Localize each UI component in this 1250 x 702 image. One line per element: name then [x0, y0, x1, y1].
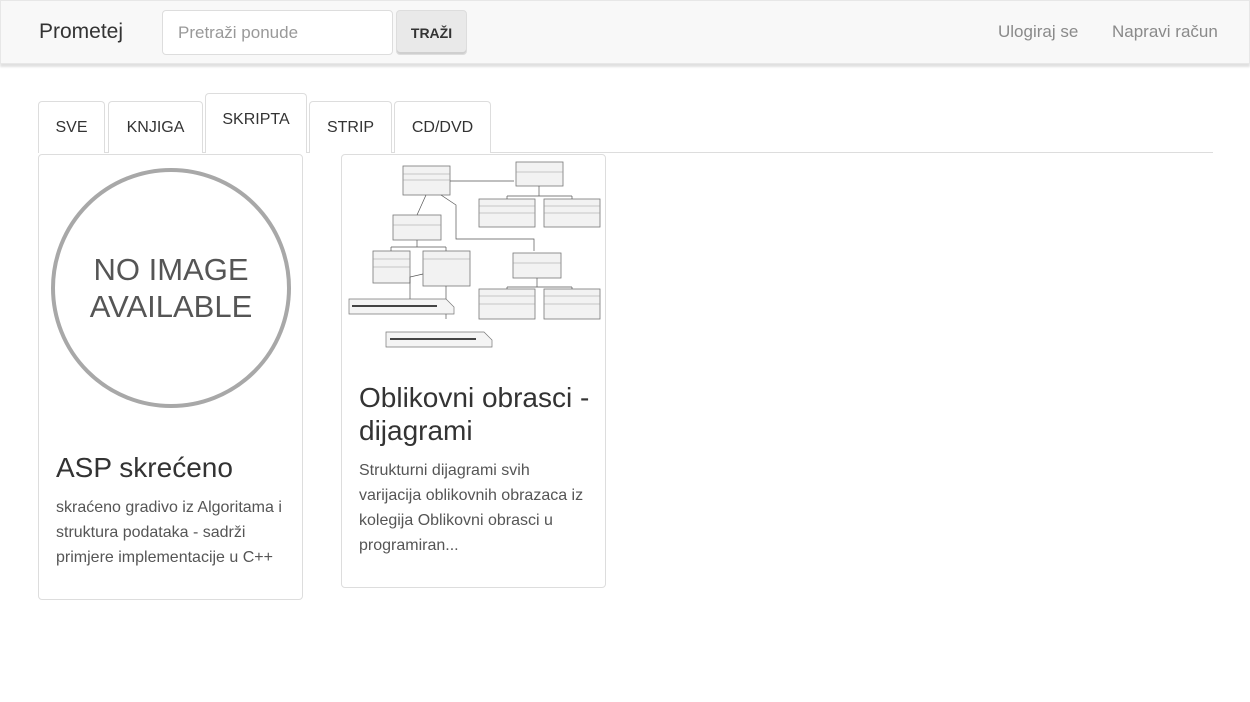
tab-cd-dvd[interactable]: CD/DVD: [394, 101, 491, 153]
card-description: Strukturni dijagrami svih varijacija obl…: [359, 462, 584, 554]
tab-knjiga[interactable]: KNJIGA: [108, 101, 203, 153]
no-image-text-line1: NO IMAGE: [93, 252, 249, 287]
search-input[interactable]: [162, 10, 393, 55]
card-title[interactable]: Oblikovni obrasci - dijagrami: [359, 381, 591, 447]
register-link[interactable]: Napravi račun: [1112, 22, 1218, 42]
brand-logo[interactable]: Prometej: [39, 20, 123, 44]
tab-skripta[interactable]: SKRIPTA: [205, 93, 307, 153]
product-card[interactable]: Oblikovni obrasci - dijagrami Strukturni…: [341, 154, 606, 588]
product-card[interactable]: NO IMAGE AVAILABLE ASP skrećeno skraćeno…: [38, 154, 303, 600]
navbar: Prometej TRAŽI Ulogiraj se Napravi račun: [0, 0, 1250, 64]
no-image-text-line2: AVAILABLE: [89, 289, 253, 324]
card-description: skraćeno gradivo iz Algoritama i struktu…: [56, 499, 282, 566]
tab-sve[interactable]: SVE: [38, 101, 105, 153]
no-image-placeholder: NO IMAGE AVAILABLE: [51, 168, 291, 408]
uml-diagram-image: [348, 161, 601, 348]
tab-strip[interactable]: STRIP: [309, 101, 392, 153]
card-title[interactable]: ASP skrećeno: [56, 451, 288, 484]
login-link[interactable]: Ulogiraj se: [998, 22, 1078, 42]
search-button[interactable]: TRAŽI: [396, 10, 467, 55]
